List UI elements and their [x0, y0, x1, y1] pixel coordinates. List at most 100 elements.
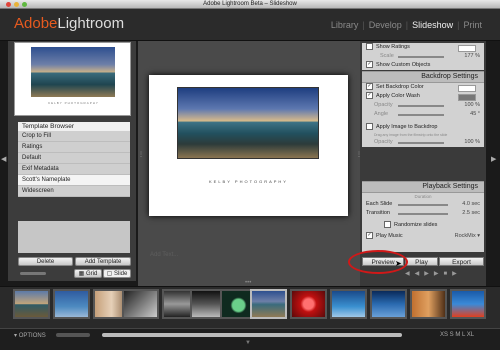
- set-backdrop-color-checkbox[interactable]: ✓: [366, 83, 373, 91]
- left-resize-handle-icon[interactable]: ⋮: [138, 151, 144, 158]
- play-music-row[interactable]: ✓ Play Music RockMix ▾: [362, 232, 484, 241]
- module-library[interactable]: Library: [327, 20, 363, 30]
- apply-image-label: Apply Image to Backdrop: [376, 124, 438, 130]
- template-item[interactable]: Widescreen: [18, 186, 130, 197]
- filmstrip-thumb[interactable]: [122, 289, 159, 319]
- filmstrip-thumb[interactable]: [370, 289, 407, 319]
- color-wash-swatch[interactable]: [458, 94, 476, 101]
- angle-value: 45 °: [470, 111, 480, 117]
- template-item[interactable]: Crop to Fill: [18, 131, 130, 142]
- show-custom-checkbox[interactable]: ✓: [366, 61, 373, 69]
- play-music-checkbox[interactable]: ✓: [366, 232, 373, 240]
- filmstrip-scrollbar[interactable]: [102, 333, 402, 337]
- play-icon[interactable]: ▶: [452, 271, 462, 277]
- show-ratings-row[interactable]: Show Ratings: [362, 43, 484, 52]
- left-panel-toggle-icon[interactable]: ◀: [1, 155, 6, 163]
- slide-caption[interactable]: KELBY PHOTOGRAPHY: [149, 179, 348, 184]
- module-print[interactable]: Print: [459, 20, 486, 30]
- window-title: Adobe Lightroom Beta – Slideshow: [203, 1, 297, 7]
- module-slideshow[interactable]: Slideshow: [408, 20, 457, 30]
- each-slide-row: Each Slide 4.0 sec: [362, 200, 484, 209]
- backdrop-settings: Backdrop Settings ✓ Set Backdrop Color ✓ A…: [362, 71, 484, 147]
- options-menu[interactable]: ▾ OPTIONS: [14, 332, 46, 339]
- apply-color-wash-row[interactable]: ✓ Apply Color Wash: [362, 92, 484, 101]
- add-text-button[interactable]: Add Text...: [150, 252, 178, 258]
- filmstrip-thumb[interactable]: [330, 289, 367, 319]
- filmstrip-thumb[interactable]: [53, 289, 90, 319]
- show-ratings-checkbox[interactable]: [366, 43, 373, 51]
- module-picker: Library | Develop | Slideshow | Print: [327, 20, 486, 30]
- module-develop[interactable]: Develop: [365, 20, 406, 30]
- next-slide-icon[interactable]: ▶▶: [424, 271, 443, 277]
- template-item[interactable]: Ratings: [18, 142, 130, 153]
- image-opacity-slider[interactable]: [398, 142, 444, 144]
- template-item-selected[interactable]: Scott's Nameplate: [18, 175, 130, 186]
- template-browser-header[interactable]: Template Browser: [18, 122, 130, 131]
- thumbnail-size-slider[interactable]: [20, 272, 46, 275]
- set-backdrop-color-label: Set Backdrop Color: [376, 84, 424, 90]
- scale-label: Scale: [380, 53, 394, 59]
- export-button[interactable]: Export: [439, 257, 484, 266]
- play-button[interactable]: Play: [405, 257, 438, 266]
- apply-color-wash-checkbox[interactable]: ✓: [366, 92, 373, 100]
- apply-image-checkbox[interactable]: [366, 123, 373, 131]
- opacity-value: 100 %: [464, 102, 480, 108]
- previous-slide-icon[interactable]: ◀◀: [405, 271, 424, 277]
- transition-row: Transition 2.5 sec: [362, 209, 484, 218]
- stop-icon[interactable]: ■: [443, 271, 452, 277]
- slide-photo[interactable]: [177, 87, 319, 159]
- angle-row: Angle 45 °: [362, 110, 484, 119]
- randomize-checkbox[interactable]: [384, 221, 391, 229]
- scale-slider[interactable]: [398, 56, 444, 58]
- playback-settings-header[interactable]: Playback Settings: [362, 181, 484, 193]
- image-opacity-label: Opacity: [374, 139, 393, 145]
- bottom-bar: [0, 328, 500, 350]
- music-select[interactable]: RockMix ▾: [455, 232, 480, 241]
- each-slide-label: Each Slide: [366, 201, 393, 207]
- slide-view-button[interactable]: ▢ Slide: [103, 269, 131, 278]
- randomize-label: Randomize slides: [394, 222, 438, 228]
- each-slide-value: 4.0 sec: [462, 201, 480, 207]
- filmstrip-thumb-selected[interactable]: [250, 289, 287, 319]
- apply-image-row[interactable]: Apply Image to Backdrop: [362, 123, 484, 132]
- preview-caption: KELBY PHOTOGRAPHY: [48, 101, 99, 105]
- bottom-toggle-icon[interactable]: ▼: [245, 340, 251, 346]
- opacity-row: Opacity 100 %: [362, 101, 484, 110]
- delete-template-button[interactable]: Delete: [18, 257, 73, 266]
- show-custom-label: Show Custom Objects: [376, 62, 431, 68]
- template-list-empty-area: [18, 221, 130, 253]
- angle-slider[interactable]: [398, 114, 444, 116]
- randomize-row[interactable]: Randomize slides: [362, 221, 484, 230]
- add-template-button[interactable]: Add Template: [75, 257, 131, 266]
- transition-slider[interactable]: [398, 213, 448, 215]
- filmstrip-thumb[interactable]: [450, 289, 486, 319]
- template-item[interactable]: Default: [18, 153, 130, 164]
- playback-settings: Playback Settings Duration Each Slide 4.0…: [362, 181, 484, 252]
- thumbnail-size-options[interactable]: XS S M L XL: [440, 332, 474, 338]
- options-label: OPTIONS: [18, 333, 46, 339]
- filmstrip-thumb[interactable]: [13, 289, 50, 319]
- show-custom-row[interactable]: ✓ Show Custom Objects: [362, 61, 484, 70]
- filmstrip-thumb[interactable]: [290, 289, 327, 319]
- backdrop-settings-header[interactable]: Backdrop Settings: [362, 71, 484, 83]
- opacity-slider[interactable]: [398, 105, 444, 107]
- image-opacity-value: 100 %: [464, 139, 480, 145]
- right-panel-toggle-icon[interactable]: ▶: [491, 155, 496, 163]
- ratings-color-swatch[interactable]: [458, 45, 476, 52]
- overlay-options: Show Ratings Scale 177 % ✓ Show Custom Obj…: [362, 43, 484, 70]
- slide-icon: ▢: [106, 271, 113, 277]
- backdrop-color-swatch[interactable]: [458, 85, 476, 92]
- set-backdrop-color-row[interactable]: ✓ Set Backdrop Color: [362, 83, 484, 92]
- filmstrip-scroll-slider[interactable]: [56, 333, 90, 337]
- template-list: Crop to Fill Ratings Default Exif Metada…: [18, 131, 130, 197]
- angle-label: Angle: [374, 111, 389, 117]
- window-titlebar: Adobe Lightroom Beta – Slideshow: [0, 0, 500, 9]
- slide-label: Slide: [114, 271, 128, 277]
- show-ratings-label: Show Ratings: [376, 44, 410, 50]
- template-item[interactable]: Exif Metadata: [18, 164, 130, 175]
- template-preview: KELBY PHOTOGRAPHY: [14, 42, 131, 116]
- scale-row: Scale 177 %: [362, 52, 484, 61]
- grid-view-button[interactable]: ▦ Grid: [74, 269, 102, 278]
- each-slide-slider[interactable]: [398, 204, 448, 206]
- filmstrip-thumb[interactable]: [410, 289, 447, 319]
